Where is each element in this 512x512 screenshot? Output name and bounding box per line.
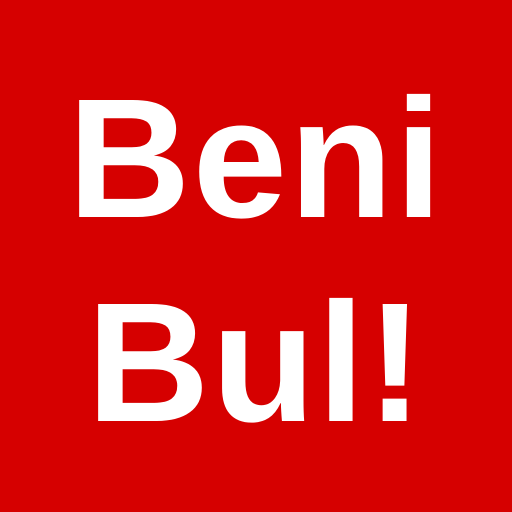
title-line-2: Bul! xyxy=(86,268,426,458)
title-line-1: Beni xyxy=(67,64,445,254)
title-tile: Beni Bul! xyxy=(0,0,512,512)
